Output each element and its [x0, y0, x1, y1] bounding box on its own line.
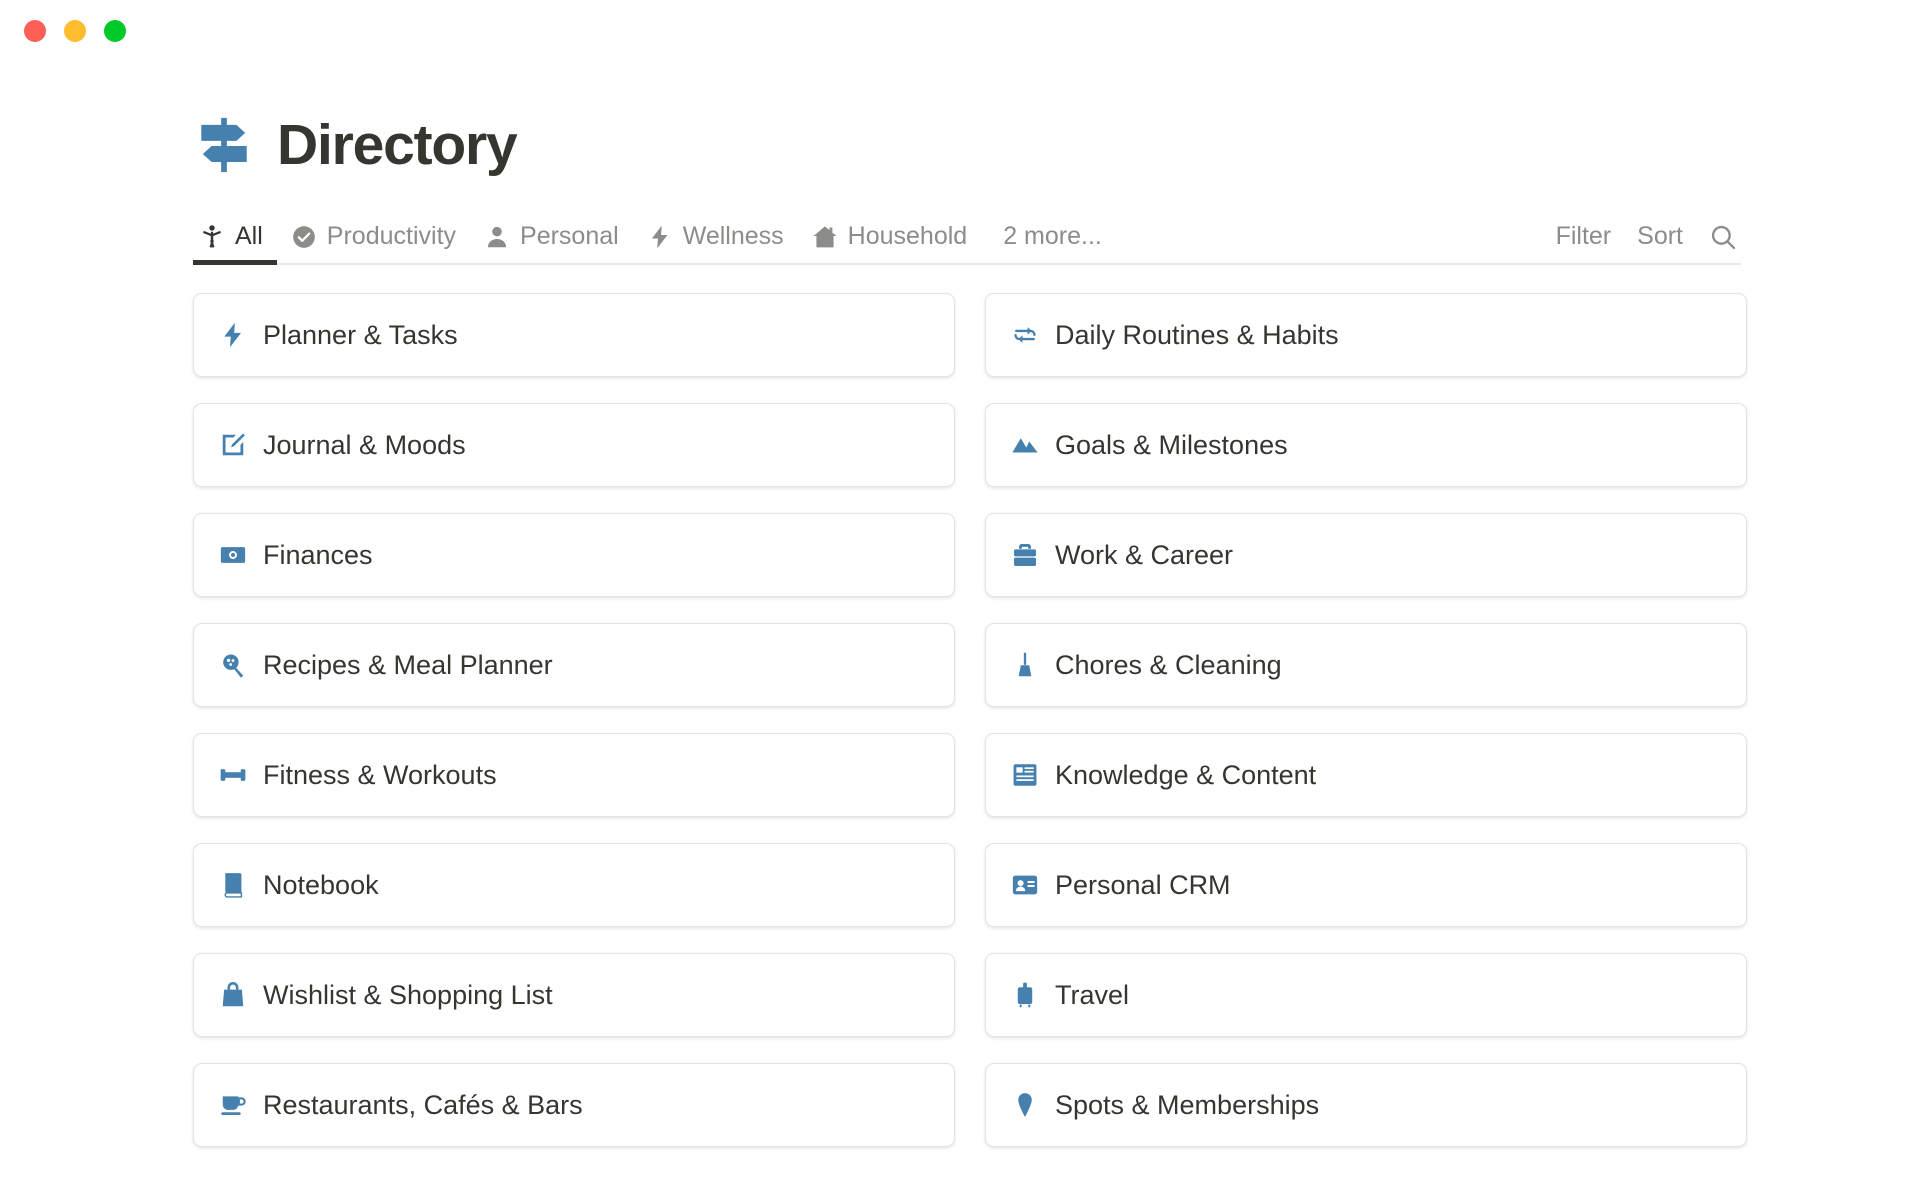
card-personal-crm[interactable]: Personal CRM — [985, 843, 1747, 927]
close-button[interactable] — [24, 20, 46, 42]
card-chores-cleaning[interactable]: Chores & Cleaning — [985, 623, 1747, 707]
tab-label: Household — [847, 222, 968, 250]
card-label: Recipes & Meal Planner — [263, 649, 553, 680]
signpost-icon — [193, 114, 255, 176]
card-label: Notebook — [263, 869, 379, 900]
search-icon[interactable] — [1709, 223, 1737, 251]
card-wishlist-shopping-list[interactable]: Wishlist & Shopping List — [193, 953, 955, 1037]
tab-all[interactable]: All — [193, 218, 277, 265]
mountains-icon — [1011, 431, 1039, 459]
tab-label: 2 more... — [1003, 222, 1102, 250]
tab-personal[interactable]: Personal — [470, 218, 633, 263]
page-title: Directory — [277, 112, 518, 177]
card-label: Goals & Milestones — [1055, 429, 1288, 460]
page-header: Directory — [193, 114, 1770, 176]
card-label: Restaurants, Cafés & Bars — [263, 1089, 583, 1120]
card-label: Work & Career — [1055, 539, 1234, 570]
lightning-bolt-icon — [647, 224, 673, 250]
card-label: Journal & Moods — [263, 429, 466, 460]
book-icon — [219, 871, 247, 899]
traffic-lights — [24, 20, 126, 42]
card-fitness-workouts[interactable]: Fitness & Workouts — [193, 733, 955, 817]
shopping-bag-icon — [219, 981, 247, 1009]
card-work-career[interactable]: Work & Career — [985, 513, 1747, 597]
article-layout-icon — [1011, 761, 1039, 789]
directory-card-grid: Planner & Tasks Daily Routines & Habits — [193, 293, 1747, 1147]
card-label: Personal CRM — [1055, 869, 1231, 900]
filter-button[interactable]: Filter — [1556, 222, 1612, 251]
tab-label: All — [235, 222, 263, 250]
card-label: Travel — [1055, 979, 1130, 1010]
card-daily-routines-habits[interactable]: Daily Routines & Habits — [985, 293, 1747, 377]
contact-card-icon — [1011, 871, 1039, 899]
map-pin-icon — [1011, 1091, 1039, 1119]
card-journal-moods[interactable]: Journal & Moods — [193, 403, 955, 487]
page-content: Directory All Productivity Personal Well… — [0, 114, 1920, 1147]
lightning-bolt-icon — [219, 321, 247, 349]
tab-actions: Filter Sort — [1556, 222, 1741, 263]
tab-bar: All Productivity Personal Wellness House… — [193, 218, 1741, 265]
card-restaurants-cafes-bars[interactable]: Restaurants, Cafés & Bars — [193, 1063, 955, 1147]
tab-list: All Productivity Personal Wellness House… — [193, 218, 1116, 265]
briefcase-icon — [1011, 541, 1039, 569]
card-knowledge-content[interactable]: Knowledge & Content — [985, 733, 1747, 817]
tab-label: Productivity — [326, 222, 457, 250]
card-label: Daily Routines & Habits — [1055, 319, 1339, 350]
card-spots-memberships[interactable]: Spots & Memberships — [985, 1063, 1747, 1147]
card-finances[interactable]: Finances — [193, 513, 955, 597]
card-label: Knowledge & Content — [1055, 759, 1317, 790]
pan-icon — [219, 651, 247, 679]
tab-label: Wellness — [682, 222, 784, 250]
card-recipes-meal-planner[interactable]: Recipes & Meal Planner — [193, 623, 955, 707]
card-label: Finances — [263, 539, 373, 570]
card-notebook[interactable]: Notebook — [193, 843, 955, 927]
tab-label: Personal — [520, 222, 619, 250]
tab-more[interactable]: 2 more... — [981, 218, 1116, 263]
sort-button[interactable]: Sort — [1637, 222, 1683, 251]
card-planner-tasks[interactable]: Planner & Tasks — [193, 293, 955, 377]
card-label: Planner & Tasks — [263, 319, 458, 350]
window-titlebar — [0, 0, 1920, 62]
card-label: Wishlist & Shopping List — [263, 979, 553, 1010]
refresh-arrows-icon — [1011, 321, 1039, 349]
card-travel[interactable]: Travel — [985, 953, 1747, 1037]
edit-square-icon — [219, 431, 247, 459]
broom-icon — [1011, 651, 1039, 679]
house-icon — [812, 224, 838, 250]
check-circle-icon — [291, 224, 317, 250]
tab-household[interactable]: Household — [798, 218, 982, 263]
card-label: Chores & Cleaning — [1055, 649, 1282, 680]
person-standing-icon — [199, 224, 225, 250]
card-label: Spots & Memberships — [1055, 1089, 1320, 1120]
minimize-button[interactable] — [64, 20, 86, 42]
dumbbell-icon — [219, 761, 247, 789]
tab-productivity[interactable]: Productivity — [277, 218, 470, 263]
person-icon — [484, 224, 510, 250]
tab-wellness[interactable]: Wellness — [633, 218, 798, 263]
card-goals-milestones[interactable]: Goals & Milestones — [985, 403, 1747, 487]
maximize-button[interactable] — [104, 20, 126, 42]
banknote-icon — [219, 541, 247, 569]
card-label: Fitness & Workouts — [263, 759, 497, 790]
coffee-cup-icon — [219, 1091, 247, 1119]
suitcase-icon — [1011, 981, 1039, 1009]
